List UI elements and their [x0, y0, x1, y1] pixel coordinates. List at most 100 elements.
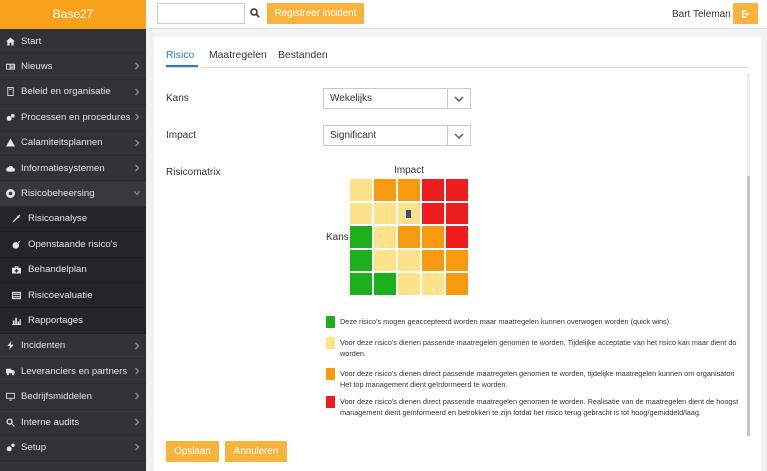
matrix-cell[interactable] [445, 272, 469, 296]
sidebar-item-openstaande-risico-s[interactable]: Openstaande risico's [0, 232, 146, 258]
sidebar-nav: Start Nieuws Beleid en organisatie Processe… [0, 29, 146, 461]
sidebar-item-label: Openstaande risico's [28, 238, 118, 250]
matrix-cell[interactable] [349, 248, 373, 272]
home-icon [5, 36, 16, 47]
matrix-cell[interactable] [373, 248, 397, 272]
sidebar-item-label: Behandelplan [28, 264, 87, 276]
sidebar-item-processen-en-procedures[interactable]: Processen en procedures [0, 105, 146, 131]
matrix-cell[interactable] [421, 248, 445, 272]
risicomatrix-label: Risicomatrix [166, 167, 221, 178]
active-tab-indicator [166, 65, 198, 67]
sidebar-item-label: Interne audits [21, 416, 80, 428]
chevron-right-icon [134, 418, 142, 426]
matrix-cell[interactable] [421, 272, 445, 296]
legend-swatch [326, 337, 335, 349]
sidebar-item-label: Calamiteitsplannen [21, 137, 103, 149]
sidebar-item-start[interactable]: Start [0, 29, 146, 55]
chevron-right-icon [134, 443, 142, 451]
chevron-down-icon [447, 126, 470, 145]
sidebar-item-interne-audits[interactable]: Interne audits [0, 410, 146, 436]
sidebar-item-calamiteitsplannen[interactable]: Calamiteitsplannen [0, 131, 146, 156]
sidebar-item-label: Risicobeheersing [21, 188, 95, 200]
sidebar-item-label: Processen en procedures [21, 111, 131, 123]
impact-value: Significant [330, 130, 377, 141]
matrix-cell[interactable] [397, 225, 421, 249]
search-input[interactable] [157, 3, 245, 24]
matrix-cell[interactable] [397, 178, 421, 202]
legend-text: Deze risico's mogen geaccepteerd worden … [340, 317, 672, 326]
sidebar: Base27 Start Nieuws Beleid en organisatie P… [0, 0, 146, 471]
kans-select[interactable]: Wekelijks [323, 88, 471, 109]
chevron-right-icon [134, 88, 142, 96]
sidebar-item-risicobeheersing[interactable]: Risicobeheersing [0, 181, 146, 207]
sidebar-item-label: Informatiesystemen [21, 162, 105, 174]
content-panel: Risico Maatregelen Bestanden Kans Wekeli… [154, 37, 761, 471]
matrix-cell[interactable] [421, 201, 445, 225]
sidebar-item-risicoanalyse[interactable]: Risicoanalyse [0, 206, 146, 233]
chevron-right-icon [134, 113, 142, 121]
chevron-down-icon [447, 89, 470, 108]
sidebar-item-label: Risicoevaluatie [28, 289, 93, 301]
book-icon [5, 86, 16, 97]
matrix-cell[interactable] [373, 225, 397, 249]
legend-text: Voor deze risico's dienen direct passend… [340, 397, 739, 417]
matrix-cell[interactable] [421, 178, 445, 202]
matrix-cell[interactable] [373, 178, 397, 202]
logout-button[interactable] [733, 3, 758, 24]
sidebar-item-risicoevaluatie[interactable]: Risicoevaluatie [0, 282, 146, 309]
chevron-right-icon [134, 164, 142, 172]
chevron-right-icon [134, 139, 142, 147]
matrix-cell[interactable] [445, 225, 469, 249]
matrix-cell[interactable] [421, 225, 445, 249]
matrix-cell[interactable] [349, 272, 373, 296]
lifebuoy-icon [5, 188, 16, 199]
search-icon[interactable] [250, 8, 261, 19]
sidebar-item-nieuws[interactable]: Nieuws [0, 54, 146, 80]
sidebar-item-informatiesystemen[interactable]: Informatiesystemen [0, 156, 146, 182]
chevron-right-icon [134, 62, 142, 70]
matrix-cell[interactable] [445, 178, 469, 202]
matrix-cell[interactable] [445, 201, 469, 225]
newspaper-icon [5, 61, 16, 72]
matrix-cell[interactable] [397, 272, 421, 296]
cogs-icon [5, 112, 16, 123]
chevron-right-icon [134, 367, 142, 375]
save-button[interactable]: Opslaan [166, 441, 219, 462]
register-incident-button[interactable]: Registreer incident [267, 3, 364, 24]
legend-text: Voor deze risico's dienen passende maatr… [340, 338, 737, 358]
sidebar-item-label: Risicoanalyse [28, 213, 88, 225]
impact-select[interactable]: Significant [323, 125, 471, 146]
sidebar-item-label: Rapportages [28, 314, 83, 326]
topbar: Registreer incident Bart Teleman [146, 0, 767, 29]
legend-swatch [326, 316, 335, 328]
matrix-cell[interactable] [373, 201, 397, 225]
search-icon [5, 417, 16, 428]
sidebar-item-incidenten[interactable]: Incidenten [0, 334, 146, 360]
sidebar-item-bedrijfsmiddelen[interactable]: Bedrijfsmiddelen [0, 384, 146, 410]
sidebar-item-label: Setup [21, 441, 47, 453]
matrix-cell[interactable] [349, 178, 373, 202]
impact-label: Impact [166, 130, 197, 141]
user-name[interactable]: Bart Teleman [672, 9, 731, 20]
sidebar-item-label: Incidenten [21, 340, 66, 352]
tab-risico[interactable]: Risico [166, 50, 194, 61]
brand-logo[interactable]: Base27 [0, 0, 146, 29]
sidebar-item-behandelplan[interactable]: Behandelplan [0, 257, 146, 283]
sidebar-item-setup[interactable]: Setup [0, 435, 146, 461]
matrix-kans-label: Kans [326, 232, 349, 243]
chart-icon [11, 315, 22, 326]
matrix-cell[interactable] [349, 225, 373, 249]
matrix-cell[interactable] [445, 248, 469, 272]
sidebar-item-leveranciers-en-partners[interactable]: Leveranciers en partners [0, 359, 146, 385]
risk-position-marker [406, 209, 411, 218]
kans-label: Kans [166, 93, 189, 104]
matrix-cell[interactable] [397, 248, 421, 272]
sidebar-item-beleid-en-organisatie[interactable]: Beleid en organisatie [0, 80, 146, 106]
legend-swatch [326, 368, 335, 380]
tab-bestanden[interactable]: Bestanden [278, 50, 328, 61]
sidebar-item-rapportages[interactable]: Rapportages [0, 308, 146, 334]
matrix-cell[interactable] [349, 201, 373, 225]
matrix-cell[interactable] [373, 272, 397, 296]
tab-maatregelen[interactable]: Maatregelen [209, 50, 267, 61]
cancel-button[interactable]: Annuleren [225, 441, 287, 462]
